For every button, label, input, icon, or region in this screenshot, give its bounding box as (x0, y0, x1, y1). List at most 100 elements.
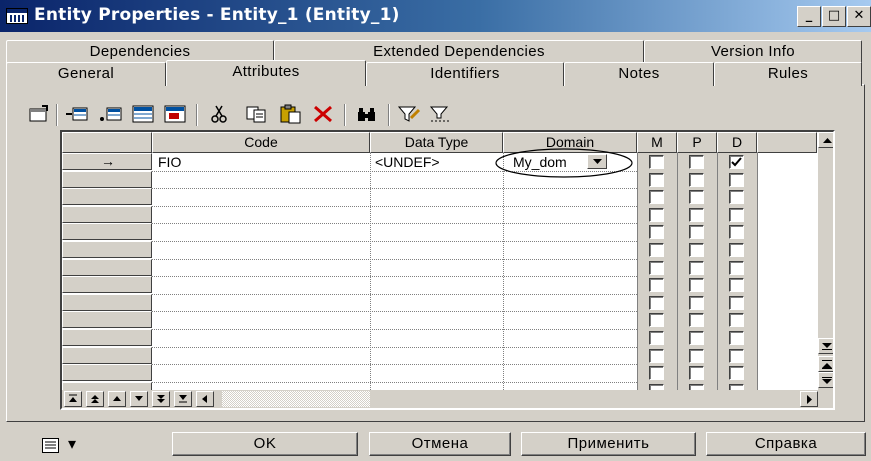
move-down-button[interactable] (130, 391, 148, 407)
column-header-data-type[interactable]: Data Type (370, 132, 503, 153)
checkbox-d[interactable] (729, 243, 744, 257)
checkbox-p[interactable] (689, 155, 704, 169)
move-up-button[interactable] (108, 391, 126, 407)
checkbox-d[interactable] (729, 366, 744, 381)
checkbox-d[interactable] (729, 331, 744, 345)
checkbox-d[interactable] (729, 207, 744, 222)
row-header[interactable] (62, 223, 152, 241)
checkbox-m[interactable] (649, 207, 664, 222)
checkbox-d[interactable] (729, 172, 744, 187)
reuse-attributes-icon[interactable] (162, 102, 188, 126)
move-down-button[interactable] (818, 372, 833, 388)
tab-rules[interactable]: Rules (714, 62, 862, 86)
apply-button[interactable]: Применить (521, 432, 696, 456)
tab-identifiers[interactable]: Identifiers (366, 62, 564, 86)
page-up-button[interactable] (818, 356, 833, 372)
checkbox-p[interactable] (689, 260, 704, 275)
row-header[interactable] (62, 258, 152, 276)
filter-icon[interactable] (396, 102, 422, 126)
cut-icon[interactable] (206, 102, 232, 126)
ok-button[interactable]: OK (172, 432, 358, 456)
checkbox-m[interactable] (649, 172, 664, 187)
cancel-button[interactable]: Отмена (369, 432, 511, 456)
checkbox-d[interactable] (729, 260, 744, 275)
column-header-p[interactable]: P (677, 132, 717, 153)
move-up-page-button[interactable] (86, 391, 104, 407)
row-header[interactable] (62, 188, 152, 206)
title-bar[interactable]: Entity Properties - Entity_1 (Entity_1) … (0, 0, 871, 32)
checkbox-p[interactable] (689, 172, 704, 187)
checkbox-m[interactable] (649, 348, 664, 363)
find-icon[interactable] (354, 102, 380, 126)
properties-icon[interactable] (26, 102, 52, 126)
tab-notes[interactable]: Notes (564, 62, 714, 86)
insert-row-icon[interactable] (64, 102, 90, 126)
row-header[interactable] (62, 329, 152, 346)
checkbox-m[interactable] (649, 331, 664, 345)
minimize-button[interactable]: _ (797, 6, 821, 27)
properties-menu-button[interactable]: ▾ (42, 436, 76, 457)
checkbox-p[interactable] (689, 207, 704, 222)
attribute-data-type-cell[interactable]: <UNDEF> (375, 154, 440, 170)
checkbox-m[interactable] (649, 260, 664, 275)
page-down-button[interactable] (818, 338, 833, 354)
attribute-code-cell[interactable]: FIO (158, 154, 181, 170)
checkbox-m[interactable] (649, 155, 664, 169)
row-header[interactable] (62, 276, 152, 294)
checkbox-d[interactable] (729, 190, 744, 205)
row-header[interactable] (62, 364, 152, 382)
column-header-code[interactable]: Code (152, 132, 370, 153)
tab-attributes[interactable]: Attributes (166, 60, 366, 86)
checkbox-d[interactable] (729, 313, 744, 328)
scroll-up-button[interactable] (818, 132, 833, 148)
checkbox-p[interactable] (689, 366, 704, 381)
row-header[interactable] (62, 293, 152, 311)
checkbox-p[interactable] (689, 348, 704, 363)
row-header[interactable] (62, 170, 152, 188)
checkbox-d[interactable] (729, 225, 744, 240)
tab-version-info[interactable]: Version Info (644, 40, 862, 64)
filter-options-icon[interactable] (428, 102, 454, 126)
move-down-page-button[interactable] (152, 391, 170, 407)
vertical-scrollbar[interactable] (817, 132, 833, 408)
row-header[interactable] (62, 205, 152, 223)
checkbox-p[interactable] (689, 313, 704, 328)
checkbox-m[interactable] (649, 366, 664, 381)
tab-general[interactable]: General (6, 62, 166, 86)
checkbox-d[interactable] (729, 348, 744, 363)
checkbox-m[interactable] (649, 313, 664, 328)
move-to-top-button[interactable] (64, 391, 82, 407)
add-attributes-icon[interactable] (130, 102, 156, 126)
column-header-m[interactable]: M (637, 132, 677, 153)
checkbox-d[interactable] (729, 155, 744, 169)
checkbox-m[interactable] (649, 243, 664, 257)
column-header-d[interactable]: D (717, 132, 757, 153)
close-button[interactable]: ✕ (847, 6, 871, 27)
move-to-bottom-button[interactable] (174, 391, 192, 407)
checkbox-p[interactable] (689, 295, 704, 310)
checkbox-m[interactable] (649, 278, 664, 293)
checkbox-p[interactable] (689, 331, 704, 345)
delete-icon[interactable] (310, 102, 336, 126)
row-header[interactable] (62, 311, 152, 329)
checkbox-d[interactable] (729, 295, 744, 310)
add-row-icon[interactable] (98, 102, 124, 126)
scroll-right-button[interactable] (800, 391, 818, 407)
checkbox-d[interactable] (729, 278, 744, 293)
checkbox-p[interactable] (689, 190, 704, 205)
checkbox-p[interactable] (689, 243, 704, 257)
checkbox-m[interactable] (649, 225, 664, 240)
horizontal-scroll-track[interactable] (222, 391, 370, 407)
checkbox-m[interactable] (649, 295, 664, 310)
help-button[interactable]: Справка (706, 432, 866, 456)
scroll-left-button[interactable] (196, 391, 214, 407)
checkbox-m[interactable] (649, 190, 664, 205)
checkbox-p[interactable] (689, 225, 704, 240)
maximize-button[interactable]: □ (822, 6, 846, 27)
row-header[interactable] (62, 241, 152, 258)
row-header[interactable] (62, 346, 152, 364)
paste-icon[interactable] (278, 102, 304, 126)
checkbox-p[interactable] (689, 278, 704, 293)
current-row-header[interactable]: → (62, 153, 152, 170)
copy-icon[interactable] (244, 102, 270, 126)
